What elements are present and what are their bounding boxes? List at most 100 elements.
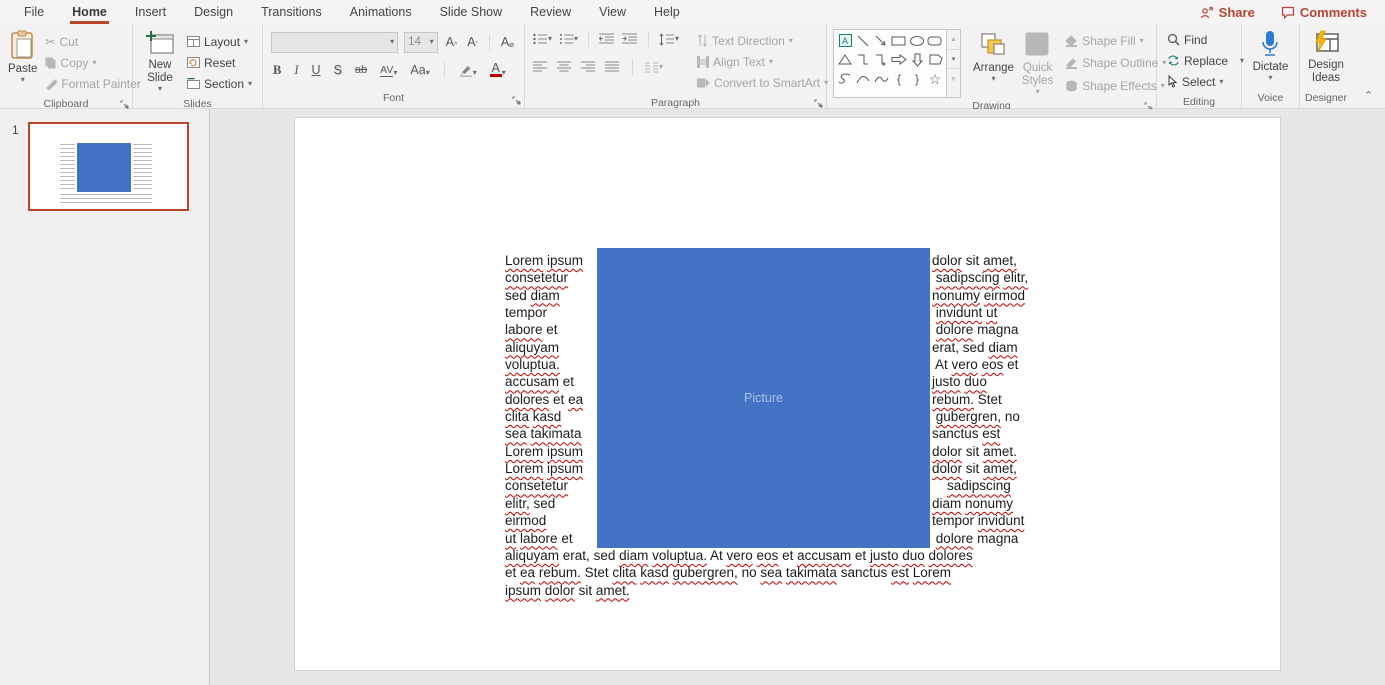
align-center-button[interactable] [557,61,572,73]
shape-gallery[interactable]: A {} ☆ [833,29,947,98]
increase-indent-button[interactable] [622,33,638,45]
triangle-shape-icon[interactable] [838,53,852,66]
find-button[interactable]: Find [1165,29,1239,50]
dictate-caret-icon[interactable]: ▾ [1268,74,1272,82]
slide-thumbnail-panel: 1 [0,109,210,685]
text-shadow-button[interactable]: S [332,63,344,77]
shape-gallery-more-icon[interactable]: ▿ [947,69,960,89]
menu-tab-design[interactable]: Design [182,1,245,24]
line-spacing-button[interactable]: ▾ [659,32,679,46]
picture-placeholder[interactable]: Picture [597,248,930,548]
shape-gallery-scroll-down-icon[interactable]: ▾ [947,50,960,69]
shape-outline-button[interactable]: Shape Outline ▾ [1063,53,1168,74]
columns-button[interactable]: ▾ [645,62,663,73]
justify-button[interactable] [605,61,620,73]
strikethrough-button[interactable]: ab [353,64,369,76]
paste-button[interactable]: Paste ▾ [4,28,41,96]
menu-tab-review[interactable]: Review [518,1,583,24]
elbow-arrow-connector-icon[interactable] [874,53,888,66]
font-dialog-launcher-icon[interactable] [512,96,521,105]
text-bottom[interactable]: aliquyam erat, sed diam voluptua. At ver… [505,547,1065,599]
line-shape-icon[interactable] [856,34,870,48]
arc-shape-icon[interactable] [856,73,870,85]
numbering-button[interactable]: ▾ [559,33,578,45]
quick-styles-button[interactable]: Quick Styles ▾ [1018,29,1057,98]
select-button[interactable]: Select ▾ [1165,71,1239,92]
highlighter-icon [459,63,473,77]
section-button[interactable]: Section ▾ [185,73,254,94]
format-painter-button[interactable]: Format Painter [43,73,142,94]
arrange-button[interactable]: Arrange ▾ [969,29,1018,98]
shape-effects-button[interactable]: Shape Effects ▾ [1063,75,1168,96]
font-name-combo[interactable]: ▾ [271,31,399,53]
menu-tab-help[interactable]: Help [642,1,692,24]
text-direction-button[interactable]: Text Direction ▾ [695,30,830,51]
bullets-button[interactable]: ▾ [533,33,552,45]
paragraph-dialog-launcher-icon[interactable] [814,99,823,108]
align-right-button[interactable] [581,61,596,73]
cut-button[interactable]: ✂ Cut [43,31,142,52]
reset-icon [187,57,200,68]
menu-tab-home[interactable]: Home [60,1,119,24]
right-arrow-shape-icon[interactable] [891,53,907,66]
star-shape-icon[interactable]: ☆ [929,72,942,86]
comments-button[interactable]: Comments [1281,5,1367,20]
underline-button[interactable]: U [310,63,323,77]
font-color-button[interactable]: A ▾ [488,62,508,77]
character-spacing-button[interactable]: AV ▾ [378,64,399,77]
menu-tab-view[interactable]: View [587,1,638,24]
textbox-shape-icon[interactable]: A [838,34,852,47]
reset-button[interactable]: Reset [185,52,254,73]
text-highlight-button[interactable]: ▾ [457,63,479,77]
new-slide-button[interactable]: New Slide ▾ [137,28,183,96]
menu-tab-transitions[interactable]: Transitions [249,1,334,24]
menu-tab-insert[interactable]: Insert [123,1,178,24]
text-right-column[interactable]: dolor sit amet, sadipscing elitr, nonumy … [932,252,1052,547]
text-left-column[interactable]: Lorem ipsum consetetur sed diam tempor labor… [505,252,598,547]
align-left-button[interactable] [533,61,548,73]
curve-shape-icon[interactable] [874,73,889,85]
clipboard-dialog-launcher-icon[interactable] [120,100,129,109]
scribble-shape-icon[interactable] [838,72,853,85]
layout-button[interactable]: Layout ▾ [185,31,254,52]
rounded-rectangle-shape-icon[interactable] [927,35,943,47]
menu-tab-file[interactable]: File [12,1,56,24]
shape-fill-button[interactable]: Shape Fill ▾ [1063,30,1168,51]
increase-font-size-button[interactable]: A ^ [444,35,460,49]
font-size-combo[interactable]: 14 ▾ [404,31,438,53]
clipboard-group: Paste ▾ ✂ Cut Copy ▾ Format Painter Clip… [0,24,141,110]
menu-tab-slide-show[interactable]: Slide Show [428,1,515,24]
collapse-ribbon-icon[interactable]: ⌃ [1364,91,1373,102]
left-brace-shape-icon[interactable]: { [897,73,901,85]
shape-gallery-scroll-up-icon[interactable]: ▴ [947,30,960,50]
new-slide-caret-icon[interactable]: ▾ [158,85,162,93]
rectangle-shape-icon[interactable] [891,35,907,47]
italic-button[interactable]: I [292,63,300,78]
quick-styles-icon [1024,31,1052,59]
menu-tab-animations[interactable]: Animations [338,1,424,24]
oval-shape-icon[interactable] [909,35,925,47]
share-icon [1200,6,1214,19]
slide-thumbnail-1[interactable] [28,122,189,211]
down-arrow-shape-icon[interactable] [911,53,924,67]
dictate-button[interactable]: Dictate ▾ [1249,28,1293,90]
change-case-button[interactable]: Aa ▾ [408,63,431,77]
elbow-connector-icon[interactable] [856,53,870,66]
replace-button[interactable]: Replace ▾ [1165,50,1244,71]
slide-canvas[interactable]: Lorem ipsum consetetur sed diam tempor labor… [295,118,1280,670]
arrow-shape-icon[interactable] [874,34,888,48]
paste-caret-icon[interactable]: ▾ [21,76,25,84]
align-text-button[interactable]: Align Text ▾ [695,51,830,72]
copy-button[interactable]: Copy ▾ [43,52,142,73]
right-brace-shape-icon[interactable]: } [915,73,919,85]
picture-placeholder-label: Picture [744,391,783,405]
decrease-indent-button[interactable] [599,33,615,45]
arrange-caret-icon[interactable]: ▾ [991,75,995,83]
share-button[interactable]: Share [1200,5,1255,20]
clear-formatting-button[interactable]: A ⌀ [499,35,516,49]
bold-button[interactable]: B [271,63,283,78]
design-ideas-button[interactable]: Design Ideas [1304,28,1348,90]
convert-smartart-button[interactable]: Convert to SmartArt ▾ [695,72,830,93]
manual-operation-shape-icon[interactable] [928,53,943,66]
decrease-font-size-button[interactable]: Aˇ [465,35,480,49]
